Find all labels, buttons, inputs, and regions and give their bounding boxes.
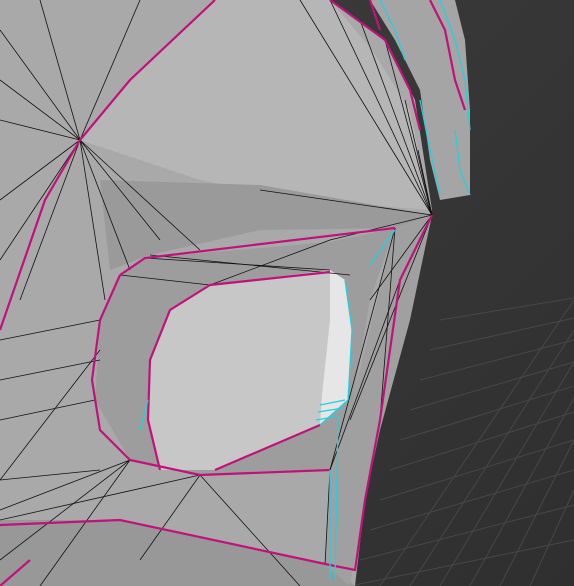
3d-viewport[interactable] <box>0 0 574 586</box>
viewport-canvas[interactable] <box>0 0 574 586</box>
